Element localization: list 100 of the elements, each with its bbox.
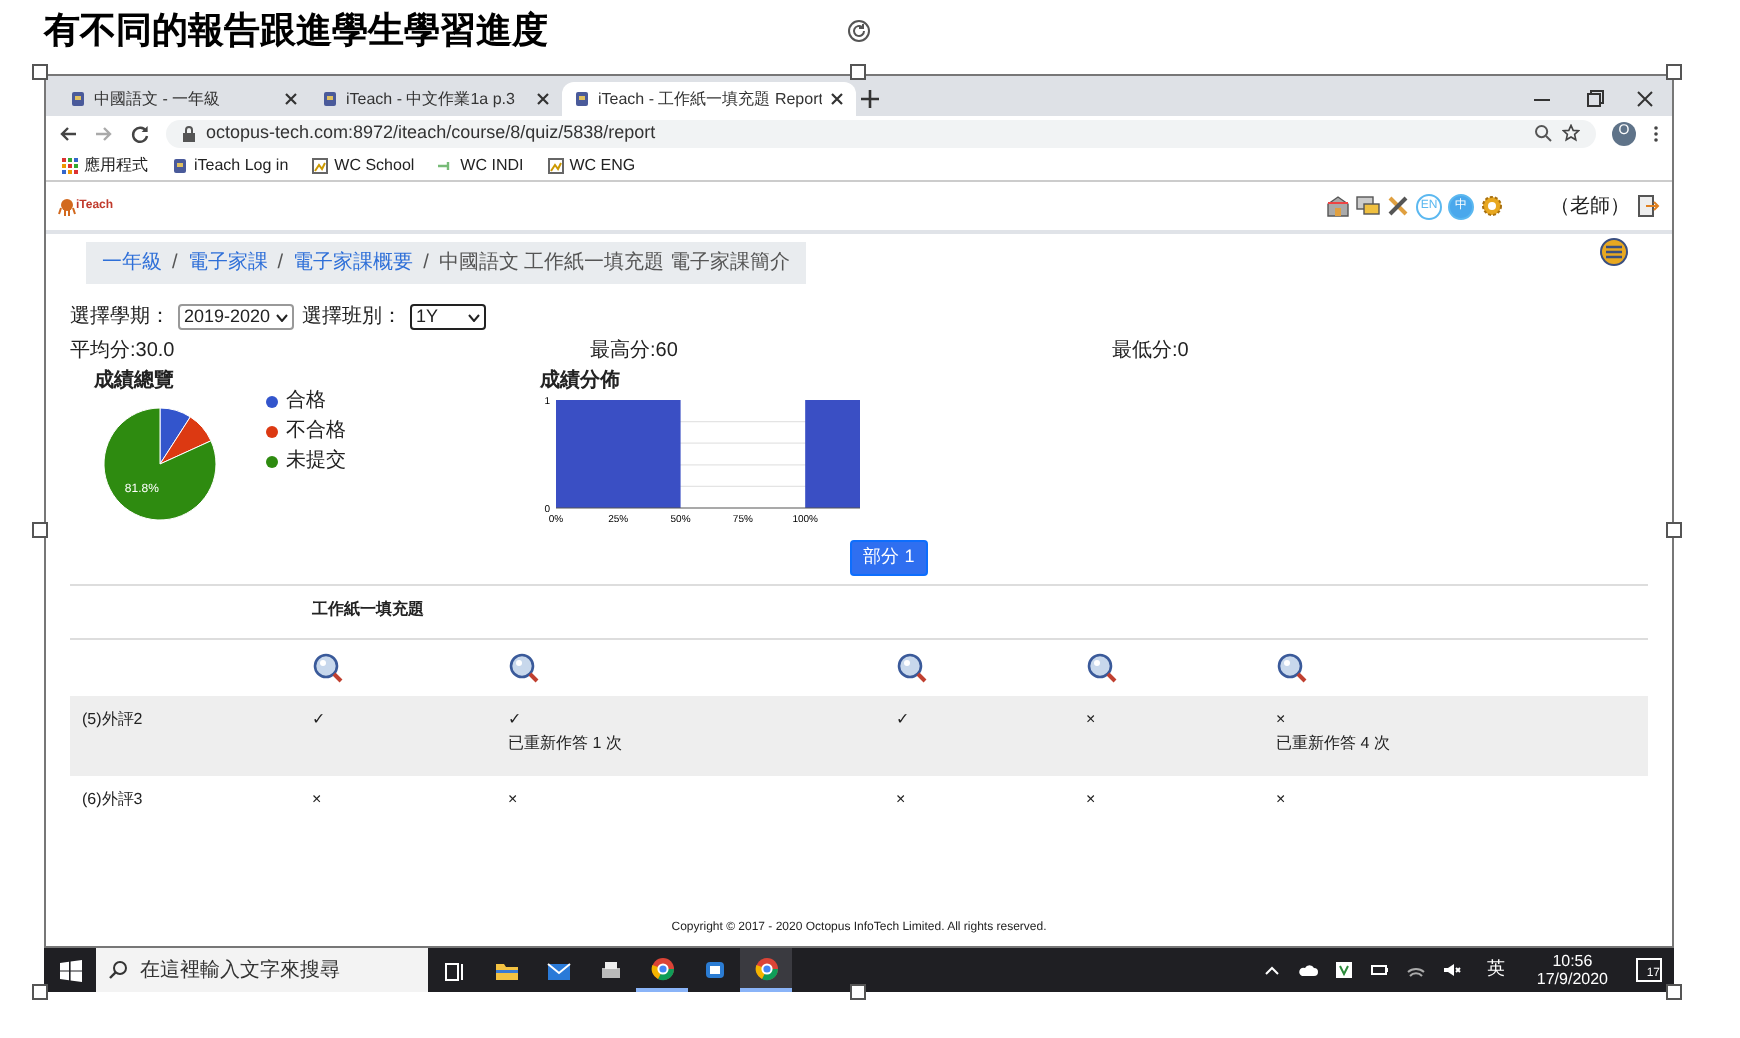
chart-icon bbox=[312, 157, 329, 173]
clock-date[interactable]: 17/9/2020 bbox=[1536, 970, 1608, 988]
stat-text: 最高分:60 bbox=[590, 340, 678, 362]
breadcrumb-link[interactable]: 電子家課 bbox=[187, 248, 268, 278]
battery-icon[interactable] bbox=[1370, 960, 1391, 980]
magnifier-icon[interactable] bbox=[896, 651, 928, 683]
cloud-icon[interactable] bbox=[1298, 960, 1319, 980]
part-button[interactable]: 部分 1 bbox=[849, 540, 929, 575]
star-icon[interactable] bbox=[1562, 124, 1580, 142]
breadcrumb-separator: / bbox=[423, 250, 429, 278]
filter-label: 選擇學期： bbox=[70, 303, 170, 332]
volume-icon[interactable] bbox=[1442, 960, 1463, 980]
resize-handle[interactable] bbox=[32, 522, 48, 538]
lock-icon bbox=[182, 125, 196, 141]
bookmark[interactable]: WC School bbox=[312, 153, 415, 177]
bar bbox=[556, 400, 681, 508]
chrome-icon[interactable] bbox=[649, 955, 675, 981]
breadcrumb-link[interactable]: 一年級 bbox=[102, 248, 162, 278]
result-mark: × bbox=[1276, 707, 1288, 731]
user-role: （老師） bbox=[1550, 193, 1630, 221]
resize-handle[interactable] bbox=[1666, 984, 1682, 1000]
logout-icon[interactable] bbox=[1636, 194, 1660, 218]
chart-title: 成績分佈 bbox=[540, 367, 622, 396]
ime-indicator[interactable]: 英 bbox=[1486, 956, 1505, 984]
dropdown[interactable]: 1Y bbox=[410, 304, 487, 330]
rotate-icon[interactable] bbox=[848, 20, 870, 42]
monitor-icon[interactable] bbox=[1356, 194, 1380, 218]
bookmark[interactable]: iTeach Log in bbox=[172, 153, 289, 177]
result-mark: × bbox=[1276, 787, 1288, 811]
bookmark[interactable]: WC ENG bbox=[547, 153, 636, 177]
task-view-icon[interactable] bbox=[441, 957, 467, 983]
result-mark: × bbox=[1086, 787, 1098, 811]
resize-handle[interactable] bbox=[1666, 64, 1682, 80]
app-icon[interactable] bbox=[1334, 960, 1355, 980]
result-mark: ✓ bbox=[312, 707, 328, 731]
legend-label: 未提交 bbox=[286, 447, 346, 476]
row-label: (5)外評2 bbox=[80, 707, 145, 732]
tab-favicon-icon bbox=[70, 90, 86, 108]
tab-favicon-icon bbox=[322, 90, 338, 108]
browser-tab[interactable]: iTeach - 工作紙一填充題 Report bbox=[562, 82, 857, 116]
result-mark: ✓ bbox=[896, 707, 912, 731]
bookmark[interactable]: WC INDI bbox=[438, 153, 524, 177]
result-mark: × bbox=[896, 787, 908, 811]
result-mark: × bbox=[312, 787, 324, 811]
close-icon[interactable] bbox=[536, 92, 550, 106]
retry-note: 已重新作答 4 次 bbox=[1276, 731, 1392, 755]
caret-icon bbox=[468, 313, 481, 321]
zoom-icon[interactable] bbox=[1534, 124, 1552, 142]
breadcrumb-current: 中國語文 工作紙一填充題 電子家課簡介 bbox=[438, 249, 790, 278]
clock-time[interactable]: 10:56 bbox=[1536, 952, 1608, 970]
browser-tab[interactable]: 中國語文 - 一年級 bbox=[58, 82, 310, 116]
settings-icon[interactable] bbox=[1480, 194, 1504, 218]
tab-favicon-icon bbox=[574, 90, 590, 108]
resize-handle[interactable] bbox=[1666, 522, 1682, 538]
slide-title: 有不同的報告跟進學生學習進度 bbox=[44, 10, 548, 50]
bookmark[interactable]: 應用程式 bbox=[62, 153, 148, 177]
retry-note: 已重新作答 1 次 bbox=[508, 731, 624, 755]
dropdown[interactable]: 2019-2020 bbox=[178, 304, 295, 330]
menu-icon[interactable] bbox=[1600, 238, 1628, 266]
magnifier-icon[interactable] bbox=[312, 651, 344, 683]
filter-label: 選擇班別： bbox=[302, 303, 403, 332]
windows-start-icon[interactable] bbox=[59, 959, 81, 981]
mail-icon[interactable] bbox=[545, 957, 571, 983]
resize-handle[interactable] bbox=[850, 984, 866, 1000]
magnifier-icon[interactable] bbox=[1086, 651, 1118, 683]
caret-icon bbox=[276, 313, 289, 321]
close-icon[interactable] bbox=[830, 92, 845, 106]
taskbar-search-field[interactable]: 在這裡輸入文字來搜尋 bbox=[96, 948, 428, 992]
apps-grid-icon bbox=[62, 157, 78, 173]
column-heading: 工作紙一填充題 bbox=[310, 597, 426, 621]
bar bbox=[805, 400, 860, 508]
magnifier-icon[interactable] bbox=[1276, 651, 1308, 683]
close-icon[interactable] bbox=[284, 92, 298, 106]
printer-icon[interactable] bbox=[597, 957, 623, 983]
school-icon[interactable] bbox=[1326, 194, 1350, 218]
chart-title: 成績總覽 bbox=[94, 367, 176, 396]
menu-icon[interactable] bbox=[1652, 123, 1660, 143]
resize-handle[interactable] bbox=[850, 64, 866, 80]
browser-tab[interactable]: iTeach - 中文作業1a p.3 bbox=[310, 82, 562, 116]
resize-handle[interactable] bbox=[32, 984, 48, 1000]
legend-label: 不合格 bbox=[286, 417, 346, 446]
back-icon[interactable] bbox=[58, 123, 78, 143]
chart-icon bbox=[547, 157, 564, 173]
chrome-icon[interactable] bbox=[753, 955, 779, 981]
octopus-icon bbox=[58, 197, 76, 215]
reload-icon[interactable] bbox=[130, 123, 150, 143]
magnifier-icon[interactable] bbox=[508, 651, 540, 683]
breadcrumb-separator: / bbox=[277, 250, 284, 278]
row-label: (6)外評3 bbox=[80, 787, 145, 812]
stat-text: 平均分:30.0 bbox=[70, 340, 175, 362]
breadcrumb-link[interactable]: 電子家課概要 bbox=[293, 248, 414, 278]
result-mark: × bbox=[508, 787, 520, 811]
legend-label: 合格 bbox=[286, 387, 326, 416]
favicon-icon bbox=[172, 157, 188, 173]
result-mark: ✓ bbox=[508, 707, 524, 731]
search-icon bbox=[108, 960, 128, 980]
resize-handle[interactable] bbox=[32, 64, 48, 80]
breadcrumb-separator: / bbox=[172, 250, 178, 278]
stat-text: 最低分:0 bbox=[1112, 340, 1189, 362]
result-mark: × bbox=[1086, 707, 1098, 731]
